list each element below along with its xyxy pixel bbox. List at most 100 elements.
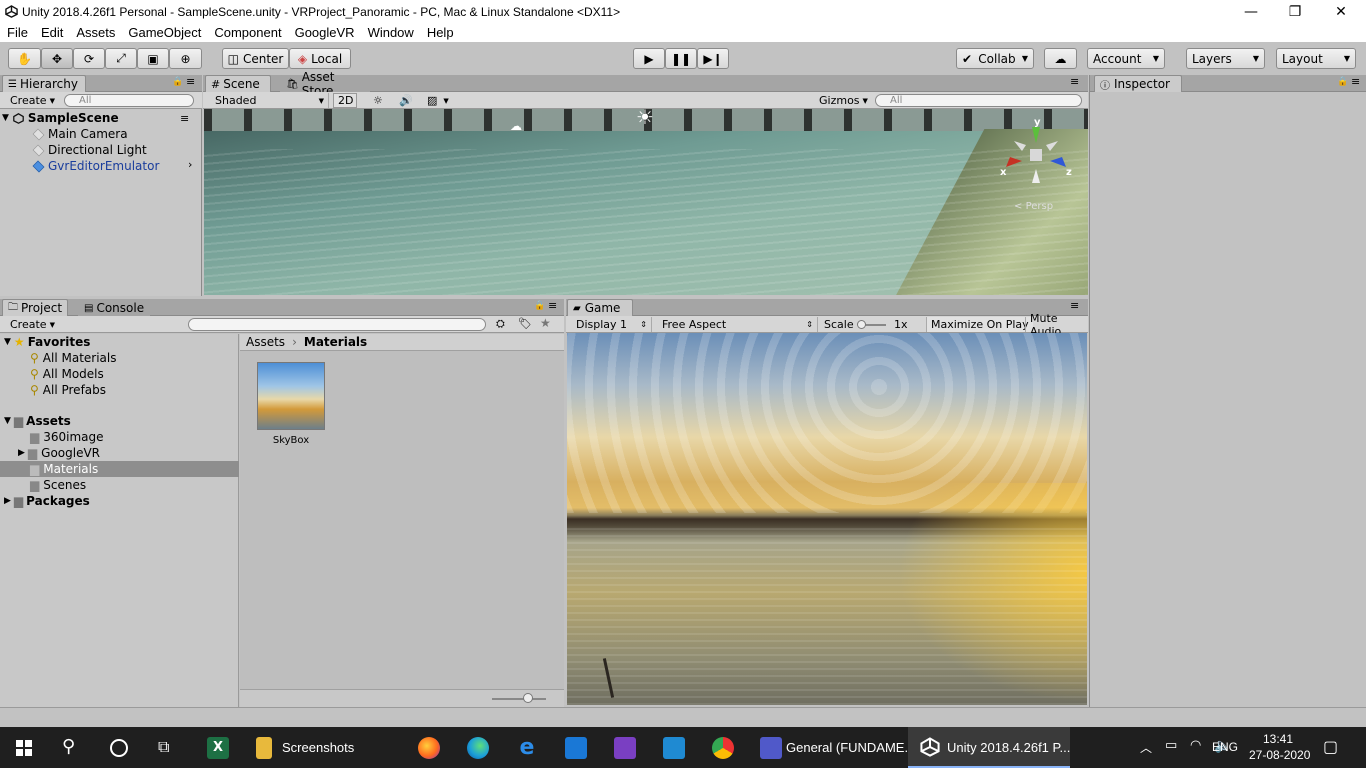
camera-icon[interactable]: ☁ [510,119,522,133]
menu-icon[interactable]: ≡ [1070,75,1079,88]
favorite-item[interactable]: ⚲ All Models [30,366,104,382]
hand-tool-button[interactable]: ✋ [8,48,41,69]
directional-light-icon[interactable]: ☀ [636,109,654,129]
favorite-item[interactable]: ⚲ All Materials [30,350,117,366]
menu-gameobject[interactable]: GameObject [121,25,207,40]
tab-inspector[interactable]: ⓘ Inspector [1094,75,1182,92]
hierarchy-item[interactable]: Directional Light [32,142,147,158]
file-explorer-icon[interactable] [256,737,272,759]
move-tool-button[interactable]: ✥ [41,48,73,69]
audio-toggle[interactable]: 🔊 [395,93,417,108]
packages-node[interactable]: ▶ ▆ Packages [4,493,90,509]
effects-dropdown[interactable]: ▨ ▼ [423,93,453,108]
zoom-slider[interactable] [492,698,546,700]
menu-icon[interactable]: ≡ [548,299,557,312]
hierarchy-item[interactable]: Main Camera [32,126,128,142]
minimize-button[interactable]: — [1228,0,1274,23]
lock-icon[interactable]: 🔒 [1337,77,1348,87]
rotate-tool-button[interactable]: ⟳ [73,48,105,69]
lighting-toggle[interactable]: ☼ [369,93,387,108]
orientation-gizmo[interactable]: y x z < Persp [1000,117,1080,227]
filter-type-icon[interactable]: ⛭ [496,317,505,331]
excel-icon[interactable]: X [207,737,229,759]
account-dropdown[interactable]: Account ▼ [1087,48,1165,69]
tab-console[interactable]: ▤ Console [78,299,150,316]
internet-explorer-icon[interactable]: e [516,737,538,759]
pause-button[interactable]: ❚❚ [665,48,697,69]
scene-search-input[interactable]: All [875,94,1082,107]
breadcrumb-materials[interactable]: Materials [304,335,367,349]
taskbar-unity[interactable]: Unity 2018.4.26f1 P... [947,727,1070,768]
project-search-input[interactable] [188,318,486,331]
chevron-right-icon[interactable]: › [188,158,192,171]
layout-dropdown[interactable]: Layout ▼ [1276,48,1356,69]
tab-hierarchy[interactable]: ☰ Hierarchy [2,75,86,92]
asset-folder-selected[interactable]: ▆ Materials [30,461,98,477]
menu-icon[interactable]: ≡ [186,75,195,88]
menu-window[interactable]: Window [361,25,420,40]
tab-project[interactable]: 🗀 Project [2,299,68,316]
mail-icon[interactable] [565,737,587,759]
favorite-item[interactable]: ⚲ All Prefabs [30,382,106,398]
clock-time[interactable]: 13:41 [1263,732,1293,746]
pivot-local-button[interactable]: ◈ Local [289,48,351,69]
task-view-icon[interactable]: ⧉ [158,737,169,757]
language-indicator[interactable]: ENG [1212,740,1238,754]
menu-edit[interactable]: Edit [34,25,69,40]
asset-folder[interactable]: ▆ 360image [30,429,104,445]
star-icon[interactable]: ★ [540,316,551,330]
asset-folder[interactable]: ▆ Scenes [30,477,86,493]
step-button[interactable]: ▶❙ [697,48,729,69]
edge-icon[interactable] [467,737,489,759]
teams-icon[interactable] [760,737,782,759]
breadcrumb-assets[interactable]: Assets [246,335,285,349]
clock-date[interactable]: 27-08-2020 [1249,748,1310,762]
menu-icon[interactable]: ≡ [1351,75,1360,88]
label-tag-icon[interactable]: 🏷 [518,317,532,330]
hierarchy-search-input[interactable]: All [64,94,194,107]
play-button[interactable]: ▶ [633,48,665,69]
game-viewport[interactable] [567,333,1087,705]
scale-tool-button[interactable]: ⤢ [105,48,137,69]
transform-tool-button[interactable]: ⊕ [169,48,202,69]
taskbar-teams[interactable]: General (FUNDAME... [786,727,915,768]
chrome-icon[interactable] [712,737,734,759]
menu-help[interactable]: Help [420,25,460,40]
maximize-on-play-toggle[interactable]: Maximize On Play [926,317,1033,332]
favorites-node[interactable]: ▼ ★ Favorites [4,334,90,350]
skybox-thumbnail[interactable] [257,362,325,430]
restore-button[interactable]: ❐ [1272,0,1318,23]
lock-icon[interactable]: 🔒 [534,301,545,311]
rect-tool-button[interactable]: ▣ [137,48,169,69]
assets-node[interactable]: ▼ ▆ Assets [4,413,71,429]
vscode-icon[interactable] [663,737,685,759]
create-dropdown[interactable]: Create ▼ [6,93,59,108]
close-button[interactable]: ✕ [1318,0,1364,23]
display-dropdown[interactable]: Display 1 ⇕ [572,317,652,332]
scale-slider-thumb[interactable] [857,320,866,329]
cortana-icon[interactable] [110,739,128,757]
collab-dropdown[interactable]: ✔ Collab ▼ [956,48,1034,69]
scene-root[interactable]: ▼ SampleScene ≡ [2,110,200,126]
notification-icon[interactable]: ▢ [1323,737,1338,756]
skybox-label[interactable]: SkyBox [257,435,325,446]
chevron-up-icon[interactable]: ︿ [1140,739,1152,756]
menu-icon[interactable]: ≡ [180,112,189,125]
visual-studio-icon[interactable] [614,737,636,759]
menu-component[interactable]: Component [207,25,287,40]
lock-icon[interactable]: 🔒 [172,77,183,87]
menu-icon[interactable]: ≡ [1070,299,1079,312]
scene-viewport[interactable]: ☀ ☁ y x z < Persp [204,109,1088,295]
cloud-button[interactable]: ☁ [1044,48,1077,69]
asset-folder[interactable]: ▶ ▆ GoogleVR [18,445,100,461]
menu-googlevr[interactable]: GoogleVR [288,25,361,40]
search-icon[interactable]: ⚲ [62,736,75,757]
menu-file[interactable]: File [0,25,34,40]
firefox-icon[interactable] [418,737,440,759]
shading-mode-dropdown[interactable]: Shaded ▼ [211,93,329,108]
mute-audio-toggle[interactable]: Mute Audio [1025,312,1088,338]
hierarchy-item-prefab[interactable]: GvrEditorEmulator [32,158,159,174]
tab-scene[interactable]: # Scene [205,75,271,92]
zoom-slider-thumb[interactable] [523,693,533,703]
tab-asset-store[interactable]: 🛍 Asset Store [280,70,370,98]
